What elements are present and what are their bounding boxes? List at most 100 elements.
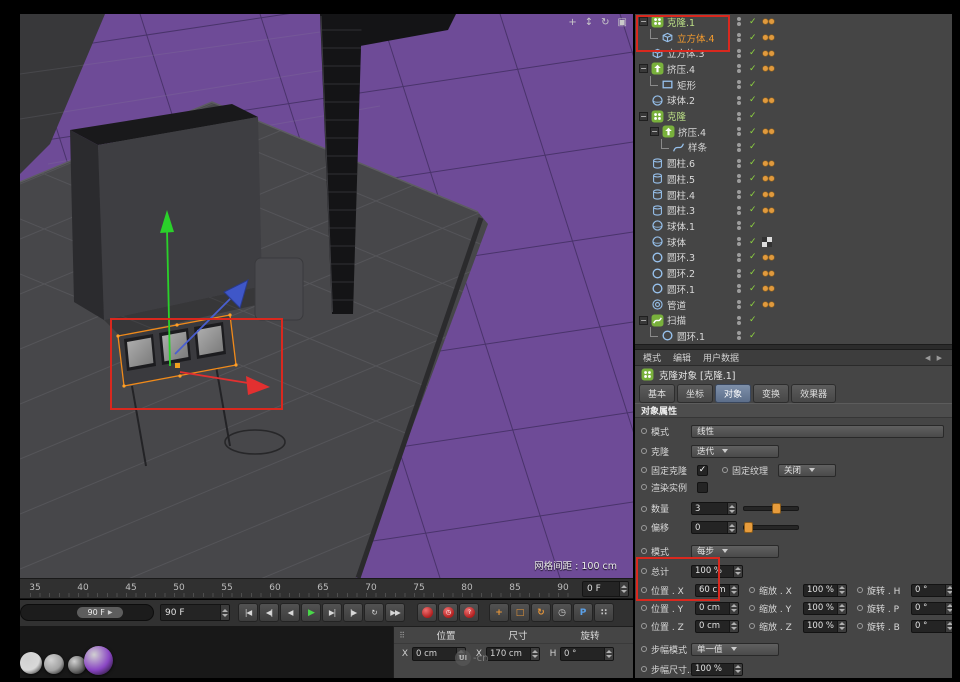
enabled-check-icon[interactable]: ✓ xyxy=(749,127,757,137)
slider-handle[interactable] xyxy=(772,503,781,514)
keyframe-dot-icon[interactable] xyxy=(749,623,755,629)
enabled-check-icon[interactable]: ✓ xyxy=(749,315,757,325)
am-section-title[interactable]: 对象属性 xyxy=(635,403,952,418)
tag-area[interactable] xyxy=(762,18,775,25)
enabled-check-icon[interactable]: ✓ xyxy=(749,33,757,43)
object-label[interactable]: 立方体.4 xyxy=(677,31,715,45)
current-frame-field[interactable]: 0 F xyxy=(582,581,629,597)
object-label[interactable]: 球体.2 xyxy=(667,93,695,107)
keyframe-dot-icon[interactable] xyxy=(641,548,647,554)
dropdown[interactable]: 每步 xyxy=(691,545,779,558)
keyframe-dot-icon[interactable] xyxy=(641,587,647,593)
object-row[interactable]: 立方体.3 ✓ xyxy=(635,45,952,61)
visibility-dots[interactable] xyxy=(737,112,741,121)
visibility-dots[interactable] xyxy=(737,96,741,105)
object-label[interactable]: 管道 xyxy=(667,298,686,312)
record-rotation-toggle[interactable]: ↻ xyxy=(531,603,551,622)
object-row[interactable]: 圆环.1✓ xyxy=(635,281,952,297)
coord-rotation-value[interactable]: 0 ° xyxy=(561,649,604,659)
stepper-arrows[interactable] xyxy=(727,503,736,514)
stepper-arrows[interactable] xyxy=(619,582,628,596)
object-row[interactable]: 圆环.2 ✓ xyxy=(635,265,952,281)
object-manager[interactable]: −克隆.1✓立方体.4✓立方体.3✓−挤压.4✓矩形✓球体.2✓−克隆✓−挤压.… xyxy=(635,14,952,344)
visibility-dots[interactable] xyxy=(737,127,741,136)
keyframe-dot-icon[interactable] xyxy=(722,467,728,473)
goto-start-button[interactable]: |◀ xyxy=(238,603,258,622)
field-value[interactable]: 100 % xyxy=(692,566,733,576)
stepper-arrows[interactable] xyxy=(945,621,952,632)
enabled-check-icon[interactable]: ✓ xyxy=(749,331,757,341)
tag-area[interactable] xyxy=(762,34,775,41)
object-row[interactable]: 球体✓ xyxy=(635,234,952,250)
dropdown[interactable]: 迭代 xyxy=(691,445,779,458)
visibility-dots[interactable] xyxy=(737,174,741,183)
enabled-check-icon[interactable]: ✓ xyxy=(749,48,757,58)
gizmo-center[interactable] xyxy=(175,363,180,368)
enabled-check-icon[interactable]: ✓ xyxy=(749,252,757,262)
value-field[interactable]: 0 ° xyxy=(911,584,952,597)
keyframe-dot-icon[interactable] xyxy=(641,605,647,611)
object-label[interactable]: 矩形 xyxy=(677,78,696,92)
visibility-dots[interactable] xyxy=(737,190,741,199)
timeline-range-slider[interactable]: 90 F▶ xyxy=(20,604,154,621)
record-position-toggle[interactable]: + xyxy=(489,603,509,622)
visibility-dots[interactable] xyxy=(737,300,741,309)
object-label[interactable]: 圆柱.4 xyxy=(667,188,695,202)
field-value[interactable]: 0 ° xyxy=(912,603,945,613)
material-1[interactable] xyxy=(20,652,42,674)
loop-button[interactable]: ↻ xyxy=(364,603,384,622)
object-row[interactable]: 圆环.3 ✓ xyxy=(635,250,952,266)
object-label[interactable]: 圆环.2 xyxy=(667,266,695,280)
visibility-dots[interactable] xyxy=(737,284,741,293)
object-row[interactable]: 立方体.4 ✓ xyxy=(635,30,952,46)
tag-area[interactable] xyxy=(762,65,775,72)
enabled-check-icon[interactable]: ✓ xyxy=(749,268,757,278)
visibility-dots[interactable] xyxy=(737,80,741,89)
object-row[interactable]: 矩形✓ xyxy=(635,77,952,93)
keyframe-dot-icon[interactable] xyxy=(857,623,863,629)
current-frame-value[interactable]: 0 F xyxy=(583,584,619,594)
object-row[interactable]: 球体.1✓ xyxy=(635,218,952,234)
keyframe-dot-icon[interactable] xyxy=(641,646,647,652)
slider[interactable] xyxy=(743,506,799,511)
object-label[interactable]: 立方体.3 xyxy=(667,46,705,60)
value-field[interactable]: 0 cm xyxy=(695,602,739,615)
object-label[interactable]: 圆柱.5 xyxy=(667,172,695,186)
visibility-dots[interactable] xyxy=(737,143,741,152)
visibility-dots[interactable] xyxy=(737,17,741,26)
field-value[interactable]: 100 % xyxy=(804,621,837,631)
am-history-nav-icons[interactable]: ◀ ▶ xyxy=(925,354,944,362)
tag-area[interactable] xyxy=(762,97,775,104)
visibility-dots[interactable] xyxy=(737,331,741,340)
visibility-dots[interactable] xyxy=(737,159,741,168)
field-value[interactable]: 60 cm xyxy=(696,585,729,595)
enabled-check-icon[interactable]: ✓ xyxy=(749,95,757,105)
keyframe-dot-icon[interactable] xyxy=(641,623,647,629)
stepper-arrows[interactable] xyxy=(837,603,846,614)
field-value[interactable]: 0 cm xyxy=(696,603,729,613)
object-label[interactable]: 圆环.3 xyxy=(667,250,695,264)
tag-area[interactable] xyxy=(762,270,775,277)
coord-size-field[interactable]: 170 cm xyxy=(486,647,540,661)
tag-area[interactable] xyxy=(762,207,775,214)
end-frame-value[interactable]: 90 F xyxy=(161,608,220,618)
visibility-dots[interactable] xyxy=(737,316,741,325)
object-label[interactable]: 样条 xyxy=(688,140,707,154)
pan-view-icon[interactable]: + xyxy=(568,17,576,28)
menu-userdata[interactable]: 用户数据 xyxy=(703,351,739,364)
field-value[interactable]: 100 % xyxy=(692,664,733,674)
dropdown[interactable]: 单一值 xyxy=(691,643,779,656)
visibility-dots[interactable] xyxy=(737,253,741,262)
enabled-check-icon[interactable]: ✓ xyxy=(749,237,757,247)
keyframe-dot-icon[interactable] xyxy=(641,666,647,672)
expand-toggle[interactable]: − xyxy=(650,127,659,136)
next-frame-button[interactable]: ▶| xyxy=(322,603,342,622)
field-value[interactable]: 0 ° xyxy=(912,621,945,631)
tag-area[interactable] xyxy=(762,237,772,247)
visibility-dots[interactable] xyxy=(737,237,741,246)
toggle-views-icon[interactable]: ▣ xyxy=(618,17,627,28)
tag-area[interactable] xyxy=(762,175,775,182)
dropdown[interactable]: 关闭 xyxy=(778,464,836,477)
field-value[interactable]: 100 % xyxy=(804,603,837,613)
expand-toggle[interactable]: − xyxy=(639,316,648,325)
